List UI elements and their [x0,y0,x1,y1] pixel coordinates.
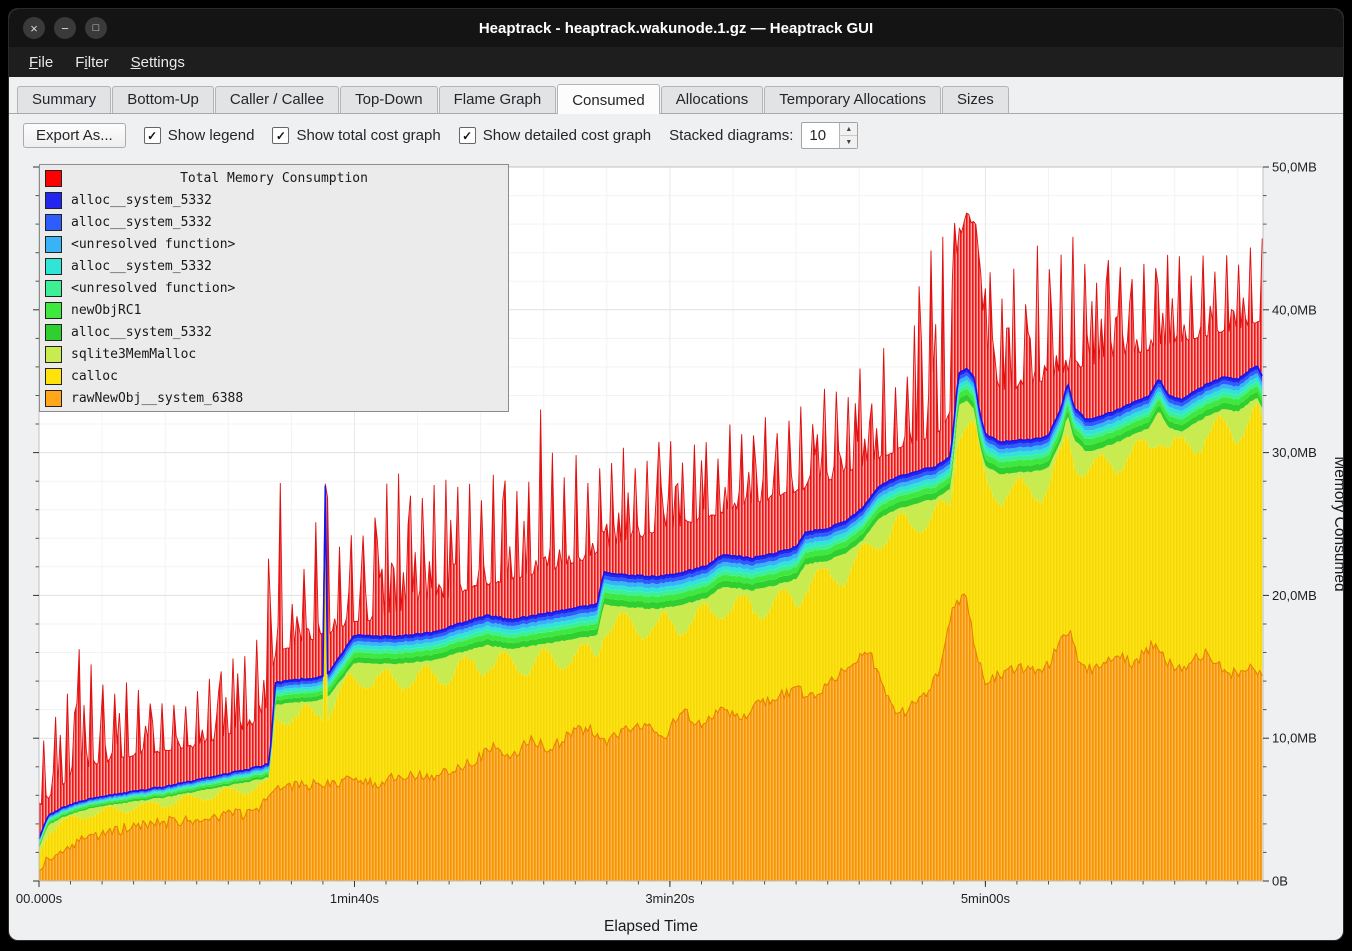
legend-title-row: Total Memory Consumption [40,167,508,189]
legend-swatch [45,302,62,319]
x-tick-label: 1min40s [330,891,380,906]
checkbox-label: Show detailed cost graph [483,127,651,144]
window-controls: × − □ [23,17,107,39]
checkbox-box[interactable]: ✓ [272,127,289,144]
title-bar: × − □ Heaptrack - heaptrack.wakunode.1.g… [9,9,1343,47]
chart-legend: Total Memory Consumption alloc__system_53… [39,164,509,412]
legend-label: Total Memory Consumption [40,171,508,186]
close-icon[interactable]: × [23,17,45,39]
stacked-diagrams-control: Stacked diagrams: 10 ▲ ▼ [669,122,858,149]
tab-caller-callee[interactable]: Caller / Callee [215,86,339,113]
y-tick-label: 20,0MB [1272,588,1317,603]
legend-label: alloc__system_5332 [71,215,212,230]
legend-swatch [45,236,62,253]
checkbox-box[interactable]: ✓ [144,127,161,144]
legend-item: sqlite3MemMalloc [40,343,508,365]
toolbar: Export As... ✓ Show legend ✓ Show total cos… [9,114,1343,155]
legend-label: calloc [71,369,118,384]
legend-swatch [45,214,62,231]
x-tick-label: 5min00s [961,891,1011,906]
y-tick-label: 30,0MB [1272,445,1317,460]
legend-label: <unresolved function> [71,237,235,252]
spin-buttons: ▲ ▼ [839,123,857,148]
legend-label: alloc__system_5332 [71,325,212,340]
checkbox-show-legend[interactable]: ✓ Show legend [144,127,255,144]
tab-flame-graph[interactable]: Flame Graph [439,86,557,113]
tab-bar: SummaryBottom-UpCaller / CalleeTop-DownF… [9,77,1343,114]
legend-item: newObjRC1 [40,299,508,321]
legend-item: alloc__system_5332 [40,211,508,233]
chart-area: 00.000s 1min40s 3min20s 5min00s 0B 10,0MB 20,0… [15,157,1343,940]
y-tick-label: 40,0MB [1272,302,1317,317]
export-as-button[interactable]: Export As... [23,123,126,148]
tab-consumed[interactable]: Consumed [557,84,660,114]
legend-item: alloc__system_5332 [40,255,508,277]
y-tick-label: 50,0MB [1272,160,1317,175]
legend-item: alloc__system_5332 [40,189,508,211]
minimize-icon[interactable]: − [54,17,76,39]
tab-bottom-up[interactable]: Bottom-Up [112,86,214,113]
tab-allocations[interactable]: Allocations [661,86,764,113]
legend-label: newObjRC1 [71,303,141,318]
tab-top-down[interactable]: Top-Down [340,86,438,113]
legend-swatch [45,390,62,407]
checkbox-show-detailed-cost-graph[interactable]: ✓ Show detailed cost graph [459,127,651,144]
menu-bar: FileFilterSettings [9,47,1343,77]
legend-item: <unresolved function> [40,233,508,255]
legend-label: alloc__system_5332 [71,193,212,208]
app-window: × − □ Heaptrack - heaptrack.wakunode.1.g… [8,8,1344,941]
y-axis-title: Memory Consumed [1331,456,1344,591]
x-tick-label: 00.000s [16,891,63,906]
tab-sizes[interactable]: Sizes [942,86,1009,113]
legend-swatch [45,258,62,275]
legend-item: alloc__system_5332 [40,321,508,343]
legend-swatch [45,324,62,341]
y-tick-label: 10,0MB [1272,731,1317,746]
stacked-diagrams-label: Stacked diagrams: [669,127,793,144]
checkbox-box[interactable]: ✓ [459,127,476,144]
legend-swatch [45,346,62,363]
legend-swatch [45,170,62,187]
legend-label: rawNewObj__system_6388 [71,391,243,406]
menu-file[interactable]: File [19,51,63,74]
spin-down-icon[interactable]: ▼ [840,136,857,148]
legend-label: sqlite3MemMalloc [71,347,196,362]
menu-filter[interactable]: Filter [65,51,118,74]
legend-item: calloc [40,365,508,387]
stacked-diagrams-value[interactable]: 10 [802,123,839,148]
maximize-icon[interactable]: □ [85,17,107,39]
legend-swatch [45,368,62,385]
legend-label: <unresolved function> [71,281,235,296]
legend-swatch [45,192,62,209]
checkbox-label: Show legend [168,127,255,144]
y-tick-label: 0B [1272,874,1288,889]
legend-item: <unresolved function> [40,277,508,299]
legend-swatch [45,280,62,297]
checkbox-show-total-cost-graph[interactable]: ✓ Show total cost graph [272,127,440,144]
stacked-diagrams-spinbox[interactable]: 10 ▲ ▼ [801,122,858,149]
legend-item: rawNewObj__system_6388 [40,387,508,409]
x-tick-label: 3min20s [645,891,695,906]
checkbox-label: Show total cost graph [296,127,440,144]
tab-temporary-allocations[interactable]: Temporary Allocations [764,86,941,113]
spin-up-icon[interactable]: ▲ [840,123,857,136]
menu-settings[interactable]: Settings [121,51,195,74]
tab-summary[interactable]: Summary [17,86,111,113]
legend-label: alloc__system_5332 [71,259,212,274]
window-title: Heaptrack - heaptrack.wakunode.1.gz — He… [9,20,1343,37]
x-axis-title: Elapsed Time [604,918,698,935]
